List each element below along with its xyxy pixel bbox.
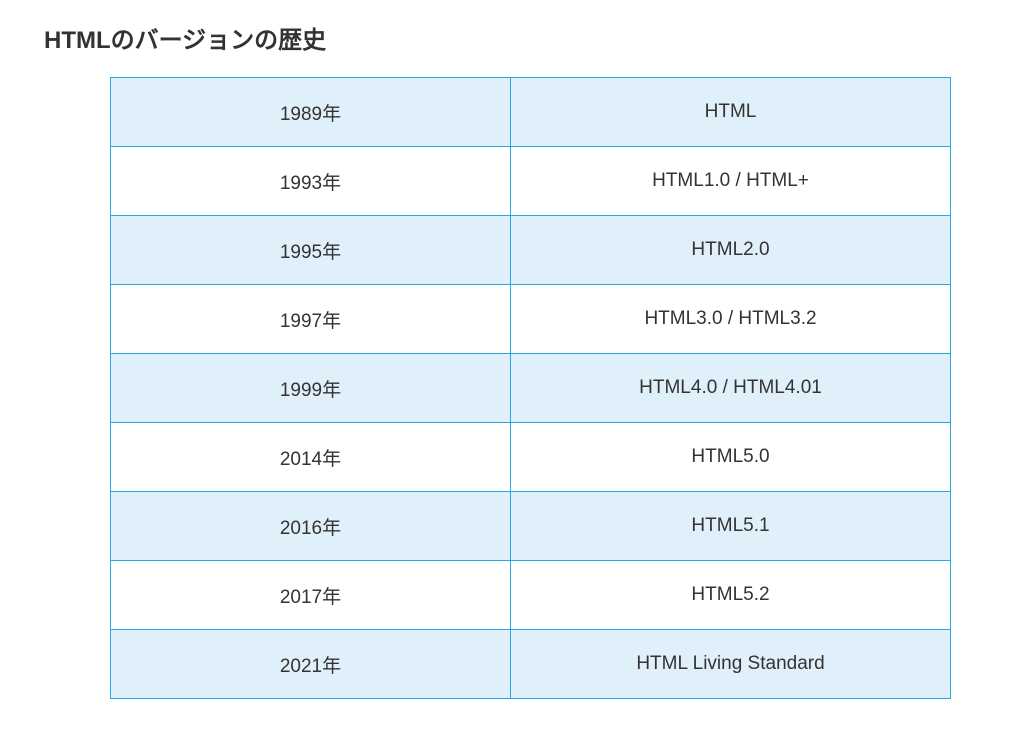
year-cell: 2017年 xyxy=(111,561,511,630)
version-cell: HTML4.0 / HTML4.01 xyxy=(511,354,951,423)
table-row: 1989年 HTML xyxy=(111,78,951,147)
table-row: 2014年 HTML5.0 xyxy=(111,423,951,492)
table-row: 1999年 HTML4.0 / HTML4.01 xyxy=(111,354,951,423)
table-row: 2017年 HTML5.2 xyxy=(111,561,951,630)
year-cell: 2016年 xyxy=(111,492,511,561)
year-cell: 1997年 xyxy=(111,285,511,354)
version-cell: HTML1.0 / HTML+ xyxy=(511,147,951,216)
year-cell: 1989年 xyxy=(111,78,511,147)
html-version-history-table: 1989年 HTML 1993年 HTML1.0 / HTML+ 1995年 H… xyxy=(110,77,951,699)
version-cell: HTML xyxy=(511,78,951,147)
version-cell: HTML Living Standard xyxy=(511,630,951,699)
table-row: 1995年 HTML2.0 xyxy=(111,216,951,285)
version-cell: HTML5.1 xyxy=(511,492,951,561)
table-row: 2021年 HTML Living Standard xyxy=(111,630,951,699)
table-row: 2016年 HTML5.1 xyxy=(111,492,951,561)
version-cell: HTML3.0 / HTML3.2 xyxy=(511,285,951,354)
table-row: 1997年 HTML3.0 / HTML3.2 xyxy=(111,285,951,354)
year-cell: 1999年 xyxy=(111,354,511,423)
year-cell: 2021年 xyxy=(111,630,511,699)
version-cell: HTML5.0 xyxy=(511,423,951,492)
year-cell: 1995年 xyxy=(111,216,511,285)
history-table-wrapper: 1989年 HTML 1993年 HTML1.0 / HTML+ 1995年 H… xyxy=(110,77,964,699)
year-cell: 1993年 xyxy=(111,147,511,216)
version-cell: HTML2.0 xyxy=(511,216,951,285)
version-cell: HTML5.2 xyxy=(511,561,951,630)
table-row: 1993年 HTML1.0 / HTML+ xyxy=(111,147,951,216)
page-title: HTMLのバージョンの歴史 xyxy=(44,20,984,55)
year-cell: 2014年 xyxy=(111,423,511,492)
